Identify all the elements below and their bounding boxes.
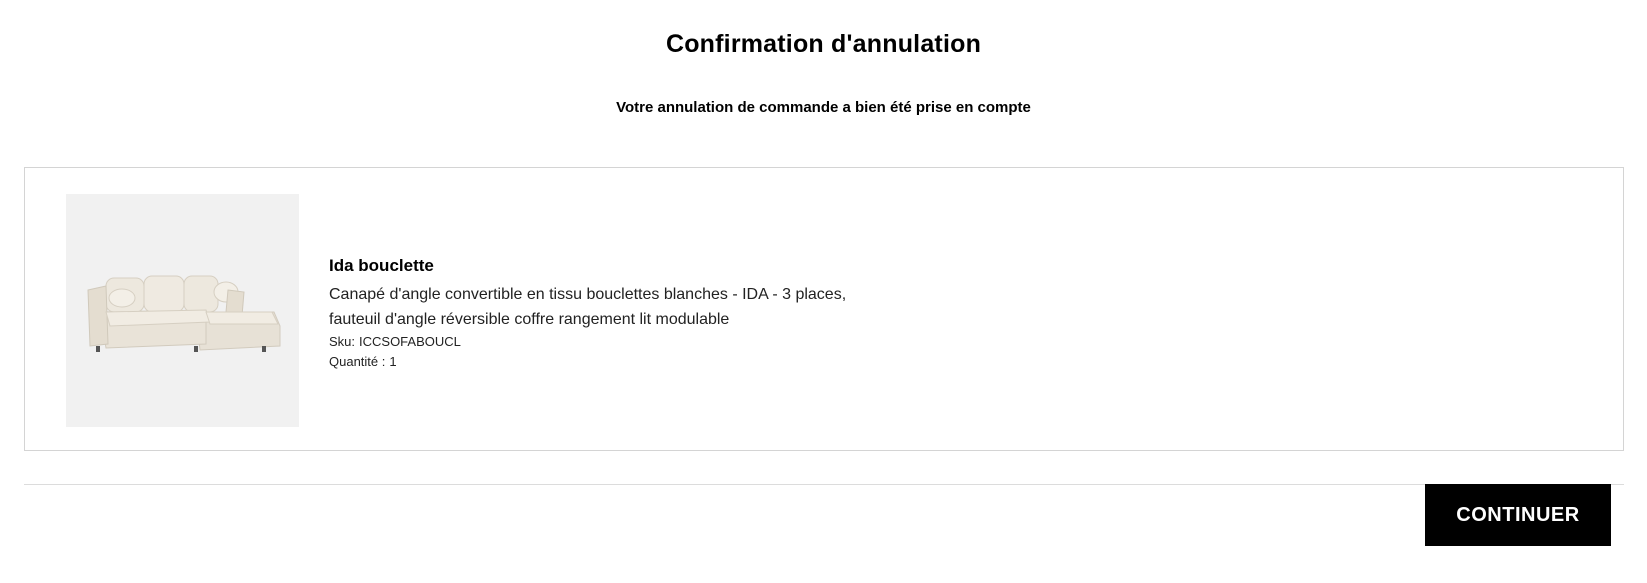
quantity-label: Quantité : bbox=[329, 354, 386, 369]
product-quantity: Quantité :1 bbox=[329, 352, 849, 372]
sku-value: ICCSOFABOUCL bbox=[359, 334, 461, 349]
sku-label: Sku: bbox=[329, 334, 356, 349]
divider bbox=[24, 484, 1624, 485]
page-subtitle: Votre annulation de commande a bien été … bbox=[616, 99, 1031, 116]
product-name: Ida bouclette bbox=[329, 256, 434, 275]
product-description: Canapé d'angle convertible en tissu bouc… bbox=[329, 286, 847, 328]
sofa-icon bbox=[87, 275, 281, 352]
page-title: Confirmation d'annulation bbox=[665, 30, 982, 58]
product-info: Ida bouclette Canapé d'angle convertible… bbox=[329, 256, 849, 372]
product-sku: Sku: ICCSOFABOUCL bbox=[329, 332, 849, 352]
quantity-value: 1 bbox=[389, 354, 397, 369]
order-item-card: Ida bouclette Canapé d'angle convertible… bbox=[24, 167, 1624, 451]
continue-button[interactable]: CONTINUER bbox=[1425, 484, 1611, 546]
product-image bbox=[66, 194, 299, 427]
